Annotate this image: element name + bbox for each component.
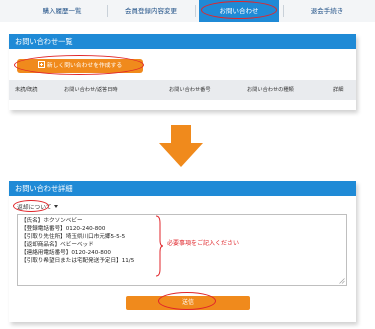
inquiry-list-title: お問い合わせ一覧	[9, 34, 356, 49]
column-read-status[interactable]: 未読/既読	[15, 80, 38, 100]
message-line-address: 【引取り先住所】埼玉県川口市元郷5-5-5	[21, 234, 126, 240]
tab-divider	[283, 5, 284, 17]
resize-grip-icon[interactable]	[339, 278, 345, 284]
message-line-pickup-date: 【引取り希望日または宅配発送予定日】11/5	[21, 258, 135, 264]
column-inquiry-type[interactable]: お問い合わせの種類	[247, 80, 294, 100]
create-inquiry-button-label: 新しく問い合わせを作成する	[46, 63, 123, 69]
member-nav-bar: 購入履歴一覧 会員登録内容変更 お問い合わせ 退会手続き	[0, 0, 375, 22]
message-line-name: 【氏名】ホクソンベビー	[21, 218, 83, 224]
tab-divider	[195, 5, 196, 17]
chevron-down-icon	[53, 205, 58, 208]
inquiry-category-select[interactable]: 返却について	[17, 203, 58, 213]
message-line-phone: 【登録電話番号】0120-240-800	[21, 226, 106, 232]
create-inquiry-button[interactable]: 新しく問い合わせを作成する	[17, 59, 143, 73]
inquiry-detail-panel: お問い合わせ詳細 返却について 【氏名】ホクソンベビー 【登録電話番号】0120…	[9, 181, 356, 322]
message-line-product: 【返却商品名】ベビーベッド	[21, 242, 94, 248]
column-datetime[interactable]: お問い合わせ/返答日時	[64, 80, 118, 100]
tab-withdrawal[interactable]: 退会手続き	[287, 0, 367, 22]
down-arrow-icon	[159, 125, 203, 167]
tab-member-info-change[interactable]: 会員登録内容変更	[111, 0, 191, 22]
column-inquiry-number[interactable]: お問い合わせ番号	[169, 80, 211, 100]
right-brace-icon	[155, 215, 163, 277]
tab-purchase-history[interactable]: 購入履歴一覧	[22, 0, 102, 22]
send-button[interactable]: 送信	[126, 296, 250, 310]
required-fields-note: 必要事項をご記入ください	[167, 240, 240, 247]
plus-square-icon	[37, 61, 45, 68]
inquiry-table-header: 未読/既読 お問い合わせ/返答日時 お問い合わせ番号 お問い合わせの種類 詳細	[9, 80, 356, 100]
inquiry-category-value: 返却について	[17, 205, 52, 211]
message-line-contact-phone: 【連絡用電話番号】0120-240-800	[21, 250, 111, 256]
inquiry-message-textarea[interactable]: 【氏名】ホクソンベビー 【登録電話番号】0120-240-800 【引取り先住所…	[17, 214, 347, 286]
tab-contact[interactable]: お問い合わせ	[199, 0, 279, 22]
inquiry-detail-title: お問い合わせ詳細	[9, 181, 356, 196]
tab-divider	[107, 5, 108, 17]
column-detail[interactable]: 詳細	[333, 80, 343, 100]
inquiry-list-panel: お問い合わせ一覧 新しく問い合わせを作成する 未読/既読 お問い合わせ/返答日時…	[9, 34, 356, 110]
